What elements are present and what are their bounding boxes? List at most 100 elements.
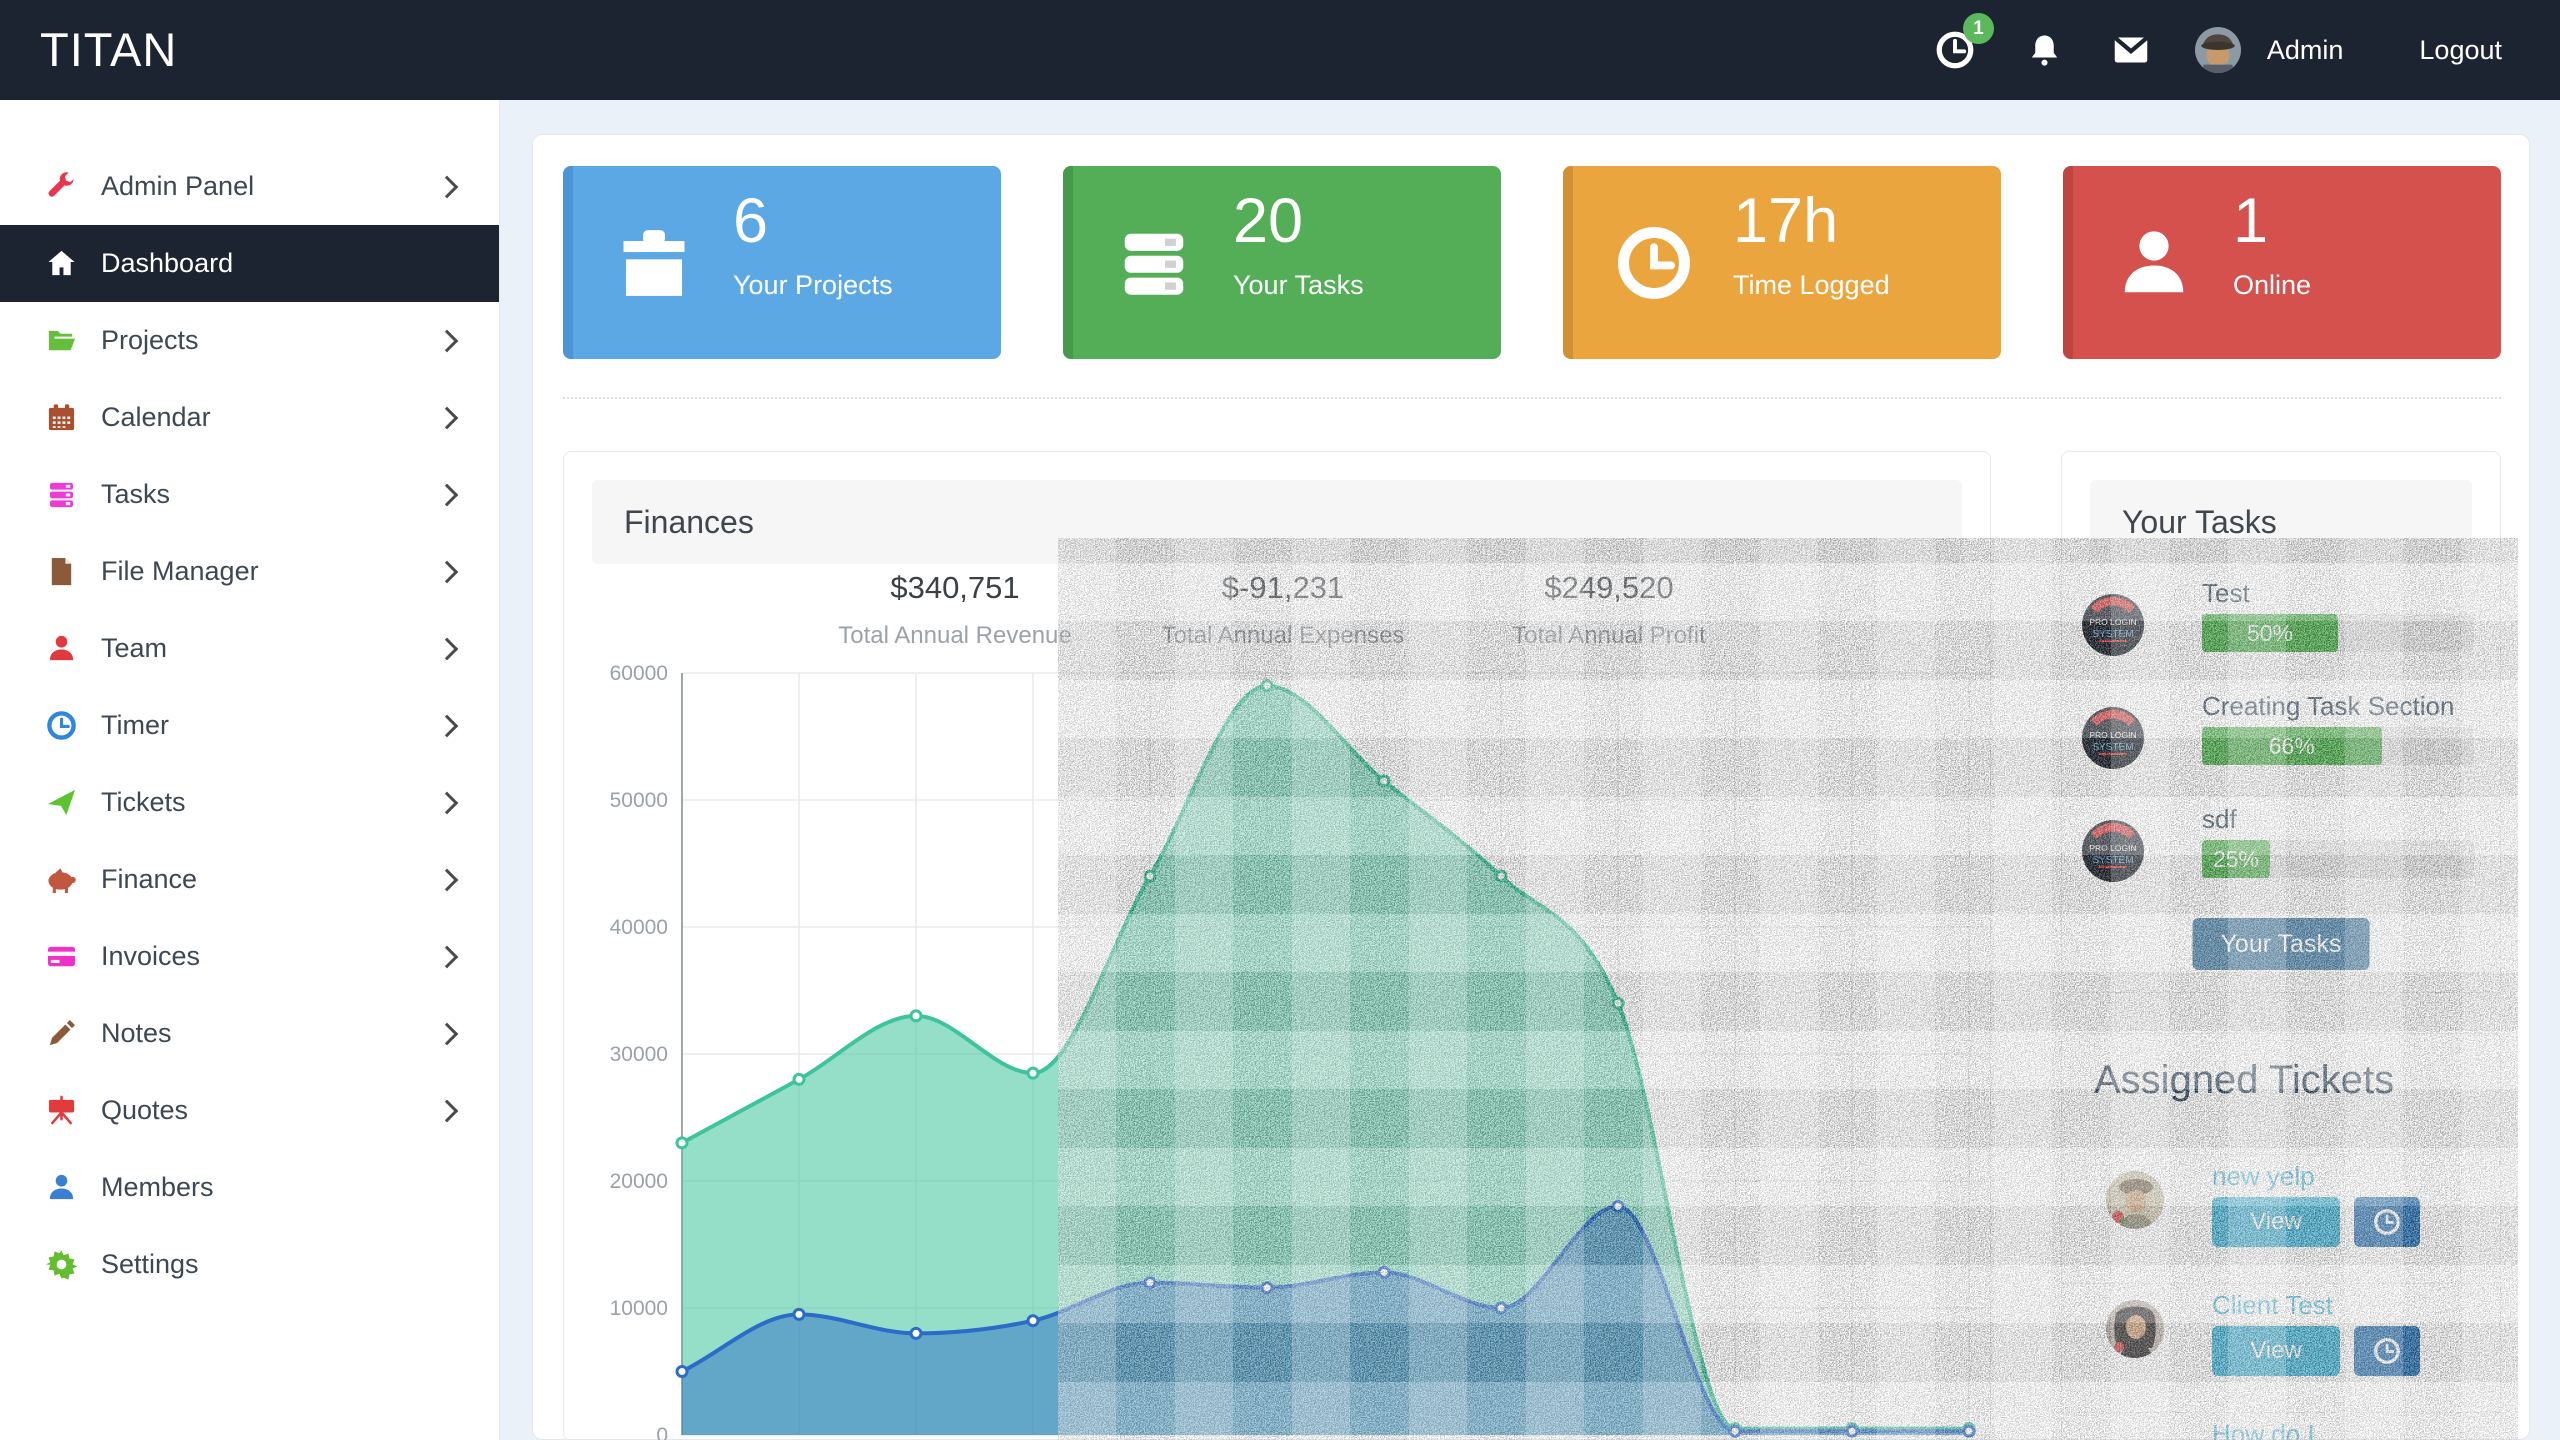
ticket-timer-button[interactable] [2354,1326,2420,1376]
task-progress-label: 25% [2213,846,2259,873]
sidebar-item-dashboard[interactable]: Dashboard [0,225,499,302]
finance-stat-value: $249,520 [1419,570,1799,606]
task-progress-track: 25% [2202,840,2474,878]
chevron-right-icon [436,791,459,814]
timer-menu-button[interactable]: 1 [1934,29,1976,71]
sidebar-item-settings[interactable]: Settings [0,1226,499,1303]
cards-divider [563,397,2501,399]
svg-text:30000: 30000 [610,1043,668,1066]
your-tasks-panel-header: Your Tasks [2090,480,2472,564]
brand-logo[interactable]: TITAN [40,0,177,100]
bell-icon [2026,32,2063,69]
finance-stat-value: $-91,231 [1093,570,1473,606]
task-progress-fill: 66% [2202,727,2382,765]
chevron-right-icon [436,1099,459,1122]
svg-text:20000: 20000 [610,1170,668,1193]
stat-card-label: Time Logged [1733,270,1890,301]
stat-card-value: 20 [1233,190,1303,253]
chevron-right-icon [436,637,459,660]
tasks-icon [46,479,77,510]
finances-area-chart: 0100002000030000400005000060000 [564,652,1992,1440]
sidebar-item-invoices[interactable]: Invoices [0,918,499,995]
your-tasks-panel: Your Tasks PRO LOGIN SYSTEM Test 50% PRO… [2061,451,2501,993]
sidebar-item-file-manager[interactable]: File Manager [0,533,499,610]
stat-cards-row: 6Your Projects 20 Your Tasks 17hTime Logged… [563,166,2501,359]
sidebar-item-label: File Manager [101,556,259,587]
app-root: TITAN 1 [0,0,2560,1440]
sidebar-item-finance[interactable]: Finance [0,841,499,918]
stat-card-time-logged: 17hTime Logged [1563,166,2001,359]
finance-stat-total-annual-expenses: $-91,231Total Annual Expenses [1093,570,1473,650]
view-ticket-button[interactable]: View [2212,1326,2340,1376]
avatar-photo [2195,27,2241,73]
user-avatar[interactable] [2195,27,2241,73]
sidebar-item-label: Members [101,1172,214,1203]
navbar: TITAN 1 [0,0,2560,100]
sidebar-item-notes[interactable]: Notes [0,995,499,1072]
sidebar-item-admin-panel[interactable]: Admin Panel [0,148,499,225]
task-progress-label: 66% [2269,733,2315,760]
task-list: PRO LOGIN SYSTEM Test 50% PRO LOGIN SYST… [2062,570,2500,908]
finance-stat-total-annual-profit: $249,520 Total Annual Profit [1419,570,1799,650]
stat-card-online: 1Online [2063,166,2501,359]
task-progress-label: 50% [2247,620,2293,647]
sidebar-item-members[interactable]: Members [0,1149,499,1226]
chevron-right-icon [436,329,459,352]
notifications-button[interactable] [2026,32,2063,69]
finance-stat-total-annual-revenue: $340,751 Total Annual Revenue [765,570,1145,650]
stat-card-your-projects: 6Your Projects [563,166,1001,359]
sidebar-item-timer[interactable]: Timer [0,687,499,764]
stat-card-label: Online [2233,270,2311,301]
view-ticket-button[interactable]: View [2212,1197,2340,1247]
stat-card-your-tasks: 20 Your Tasks [1063,166,1501,359]
sidebar-item-quotes[interactable]: Quotes [0,1072,499,1149]
pro-login-system-avatar: PRO LOGIN SYSTEM [2082,594,2144,656]
your-tasks-button[interactable]: Your Tasks [2193,918,2370,970]
admin-link[interactable]: Admin [2267,35,2344,66]
finance-stat-caption: Total Annual Revenue [765,622,1145,650]
member-icon [46,1172,77,1203]
wrench-icon [46,171,77,202]
sidebar-item-calendar[interactable]: Calendar [0,379,499,456]
sidebar-item-team[interactable]: Team [0,610,499,687]
navbar-right-cluster: 1 [1934,0,2502,100]
ticket-timer-button[interactable] [2354,1197,2420,1247]
messages-button[interactable] [2111,30,2151,70]
ticket-list: new yelp View Client Test View How do I... [2062,1154,2500,1440]
svg-text:10000: 10000 [610,1297,668,1320]
pro-login-system-avatar: PRO LOGIN SYSTEM [2082,820,2144,882]
pro-login-system-avatar: PRO LOGIN SYSTEM [2082,707,2144,769]
task-progress-track: 66% [2202,727,2474,765]
sidebar-item-label: Timer [101,710,169,741]
file-icon [46,556,77,587]
finance-stat-caption: Total Annual Profit [1419,622,1799,650]
chevron-right-icon [436,714,459,737]
ticket-name-link[interactable]: new yelp [2212,1161,2315,1192]
sidebar-item-label: Notes [101,1018,172,1049]
sidebar-item-projects[interactable]: Projects [0,302,499,379]
sidebar-item-label: Invoices [101,941,200,972]
task-row-creating-task-section[interactable]: PRO LOGIN SYSTEM Creating Task Section 6… [2062,682,2500,795]
task-name: Creating Task Section [2202,691,2454,722]
gear-icon [46,1249,77,1280]
main-content-panel: 6Your Projects 20 Your Tasks 17hTime Logged… [532,134,2530,1440]
ticket-name-link[interactable]: Client Test [2212,1290,2333,1321]
logout-link[interactable]: Logout [2419,35,2502,66]
sidebar-item-label: Tickets [101,787,186,818]
sidebar-item-label: Finance [101,864,197,895]
svg-text:40000: 40000 [610,916,668,939]
svg-text:PRO LOGIN: PRO LOGIN [2089,843,2136,853]
stat-card-label: Your Tasks [1233,270,1364,301]
svg-text:SYSTEM: SYSTEM [2092,742,2133,753]
task-row-sdf[interactable]: PRO LOGIN SYSTEM sdf 25% [2062,795,2500,908]
card-edge [563,166,573,359]
sidebar-item-tasks[interactable]: Tasks [0,456,499,533]
sidebar-item-label: Settings [101,1249,199,1280]
sidebar-item-tickets[interactable]: Tickets [0,764,499,841]
ticket-avatar-woman [2106,1300,2164,1358]
finance-stat-value: $340,751 [765,570,1145,606]
task-row-test[interactable]: PRO LOGIN SYSTEM Test 50% [2062,570,2500,682]
assigned-tickets-panel: Assigned Tickets new yelpView Client Tes… [2061,1033,2501,1440]
ticket-name-link[interactable]: How do I... [2212,1419,2336,1440]
calendar-icon [46,402,77,433]
